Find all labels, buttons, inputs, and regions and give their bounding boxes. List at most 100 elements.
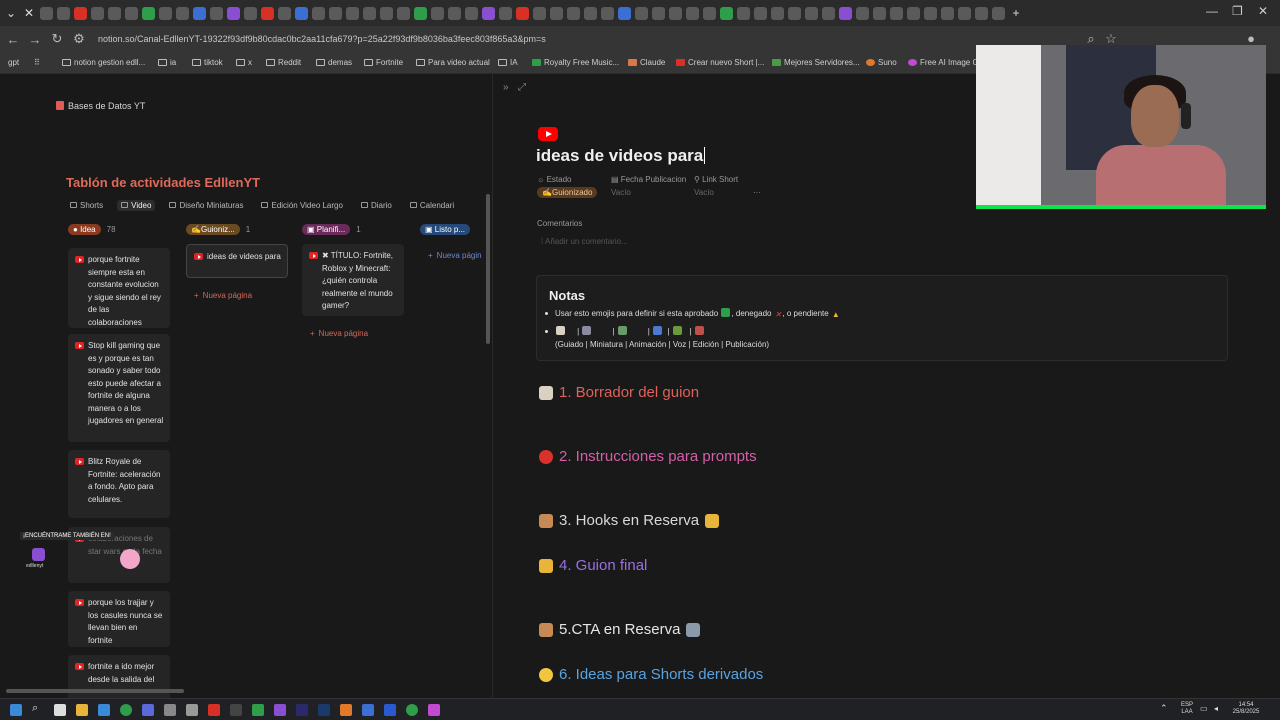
new-page-button[interactable]: + Nueva págin (428, 251, 482, 260)
tab-favicon[interactable] (873, 6, 886, 20)
tab-favicon[interactable] (57, 6, 70, 20)
vertical-scrollbar[interactable] (486, 194, 490, 344)
column-header[interactable]: ● Idea 78 (68, 222, 172, 237)
bookmark-item[interactable]: IA (498, 58, 518, 67)
tab-favicon[interactable] (635, 6, 648, 20)
tab-favicon[interactable] (91, 6, 104, 20)
bookmark-item[interactable]: Claude (628, 58, 665, 67)
tab-favicon[interactable] (839, 6, 852, 20)
property-estado[interactable]: ☼ Estado (537, 175, 571, 184)
taskbar-app-icon[interactable] (142, 704, 154, 716)
tab-favicon[interactable] (278, 6, 291, 20)
reload-icon[interactable]: ↻ (46, 31, 68, 47)
tab-favicon[interactable] (40, 6, 53, 20)
tab-favicon[interactable] (941, 6, 954, 20)
board-card[interactable]: porque los trajjar y los casules nunca s… (68, 591, 170, 647)
tab-favicon[interactable] (669, 6, 682, 20)
tab-favicon[interactable] (142, 6, 155, 20)
tab-calendario[interactable]: Calendari (406, 200, 458, 211)
tab-favicon[interactable] (312, 6, 325, 20)
comment-input[interactable]: ⁞ Añadir un comentario... (541, 237, 628, 246)
tab-favicon[interactable] (975, 6, 988, 20)
column-header[interactable]: ✍Guioniz... 1 (186, 222, 290, 237)
tab-favicon[interactable] (261, 6, 274, 20)
bookmark-item[interactable]: Crear nuevo Short |... (676, 58, 764, 67)
section-borrador-guion[interactable]: 1. Borrador del guion (539, 384, 699, 401)
tab-shorts[interactable]: Shorts (66, 200, 107, 211)
taskbar-app-icon[interactable] (98, 704, 110, 716)
close-window-icon[interactable]: ✕ (1258, 4, 1268, 18)
maximize-icon[interactable]: ❐ (1232, 4, 1243, 18)
forward-icon[interactable]: → (24, 32, 46, 47)
bookmark-item[interactable]: demas (316, 58, 352, 67)
board-card[interactable]: porque fortnite siempre esta en constant… (68, 248, 170, 328)
taskbar-app-icon[interactable] (230, 704, 242, 716)
taskbar-app-icon[interactable] (208, 704, 220, 716)
property-fecha[interactable]: ▤ Fecha Publicacion (611, 175, 686, 184)
tab-favicon[interactable] (380, 6, 393, 20)
expand-icon[interactable]: ⤢ (518, 82, 526, 93)
url-field[interactable]: notion.so/Canal-EdllenYT-19322f93df9b80c… (98, 34, 546, 44)
tab-favicon[interactable] (822, 6, 835, 20)
back-icon[interactable]: ← (2, 32, 24, 47)
windows-start-icon[interactable] (10, 704, 22, 716)
taskbar-app-icon[interactable] (186, 704, 198, 716)
tab-menu-icon[interactable]: ⌄ (4, 6, 18, 20)
tab-favicon[interactable] (992, 6, 1005, 20)
section-ideas-shorts[interactable]: 6. Ideas para Shorts derivados (539, 666, 763, 683)
tab-favicon[interactable] (193, 6, 206, 20)
horizontal-scrollbar[interactable] (6, 689, 184, 693)
premiere-icon[interactable] (296, 704, 308, 716)
tab-favicon[interactable] (686, 6, 699, 20)
tab-favicon[interactable] (907, 6, 920, 20)
tab-favicon[interactable] (737, 6, 750, 20)
tab-favicon[interactable] (499, 6, 512, 20)
clock[interactable]: 14:54 25/8/2025 (1228, 702, 1264, 716)
tab-video[interactable]: Video (117, 199, 156, 211)
word-icon[interactable] (384, 704, 396, 716)
tab-favicon[interactable] (856, 6, 869, 20)
network-icon[interactable]: ▭ (1200, 705, 1208, 713)
section-hooks-reserva[interactable]: 3. Hooks en Reserva (539, 512, 720, 529)
bookmark-item[interactable]: Suno (866, 58, 897, 67)
tab-favicon[interactable] (533, 6, 546, 20)
property-link[interactable]: ⚲ Link Short (694, 175, 738, 184)
board-card[interactable]: Stop kill gaming que es y porque es tan … (68, 334, 170, 442)
board-title[interactable]: Tablón de actividades EdllenYT (66, 175, 260, 190)
page-title[interactable]: ideas de videos para (536, 146, 706, 166)
tab-favicon[interactable] (329, 6, 342, 20)
tab-favicon[interactable] (210, 6, 223, 20)
tab-favicon[interactable] (125, 6, 138, 20)
bookmark-item[interactable]: gpt (8, 58, 19, 67)
tab-diario[interactable]: Diario (357, 200, 396, 211)
tab-favicon[interactable] (363, 6, 376, 20)
tab-favicon[interactable] (516, 6, 529, 20)
tab-favicon[interactable] (788, 6, 801, 20)
board-card[interactable]: Blitz Royale de Fortnite: aceleración a … (68, 450, 170, 518)
tab-favicon[interactable] (227, 6, 240, 20)
section-guion-final[interactable]: 4. Guion final (539, 557, 647, 574)
bookmark-item[interactable]: Reddit (266, 58, 301, 67)
tab-favicon[interactable] (703, 6, 716, 20)
more-options-icon[interactable]: ··· (753, 188, 761, 197)
new-page-button[interactable]: + Nueva página (310, 329, 368, 338)
bookmark-item[interactable]: x (236, 58, 252, 67)
database-title[interactable]: Bases de Datos YT (68, 101, 145, 111)
site-info-icon[interactable]: ⚙ (68, 31, 90, 47)
bookmark-item[interactable]: Fortnite (364, 58, 403, 67)
tab-favicon[interactable] (720, 6, 733, 20)
board-card[interactable]: ✖ TÍTULO: Fortnite, Roblox y Minecraft: … (302, 244, 404, 316)
tab-favicon[interactable] (108, 6, 121, 20)
volume-icon[interactable]: ◂ (1214, 705, 1218, 713)
extension-icon[interactable]: ● (1240, 31, 1262, 46)
minimize-icon[interactable]: — (1206, 4, 1218, 18)
link-value[interactable]: Vacío (694, 188, 714, 197)
wifi-icon[interactable]: ⌃ (1160, 704, 1168, 713)
tab-favicon[interactable] (805, 6, 818, 20)
tab-favicon[interactable] (448, 6, 461, 20)
taskbar-app-icon[interactable] (340, 704, 352, 716)
language-indicator[interactable]: ESP LAA (1178, 702, 1196, 716)
file-explorer-icon[interactable] (76, 704, 88, 716)
taskbar-app-icon[interactable] (164, 704, 176, 716)
tab-favicon[interactable] (584, 6, 597, 20)
